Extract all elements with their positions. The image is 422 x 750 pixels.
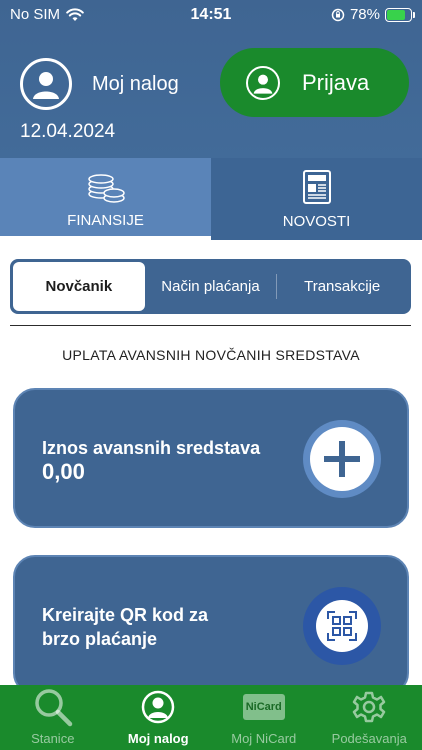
login-button[interactable]: Prijava bbox=[220, 48, 409, 117]
nav-moj-nalog[interactable]: Moj nalog bbox=[106, 685, 212, 750]
newspaper-icon bbox=[302, 169, 331, 204]
section-divider bbox=[10, 325, 411, 326]
plus-icon bbox=[324, 441, 360, 477]
qr-button-inner bbox=[316, 600, 368, 652]
create-qr-button[interactable] bbox=[303, 587, 381, 665]
nav-moj-nalog-icon-wrap bbox=[141, 687, 175, 727]
login-avatar bbox=[246, 65, 280, 100]
nav-moj-nicard-icon-wrap: NiCard bbox=[242, 687, 285, 727]
login-label: Prijava bbox=[302, 69, 370, 95]
status-bar: No SIM 14:51 78% bbox=[0, 0, 422, 30]
tab-novosti-label: NOVOSTI bbox=[282, 212, 351, 230]
deposit-card-text: Iznos avansnih sredstava 0,00 bbox=[42, 436, 260, 484]
deposit-label: Iznos avansnih sredstava bbox=[42, 438, 261, 458]
tab-finansije-label: FINANSIJE bbox=[67, 211, 144, 229]
nav-podesavanja[interactable]: Podešavanja bbox=[317, 685, 422, 750]
nav-moj-nicard-label: Moj NiCard bbox=[231, 731, 297, 746]
orientation-lock-icon bbox=[331, 8, 345, 21]
battery-percent: 78% bbox=[349, 6, 380, 23]
qr-scan-icon bbox=[327, 611, 357, 641]
nav-stanice-label: Stanice bbox=[31, 731, 75, 746]
qr-label-line1: Kreirajte QR kod za bbox=[42, 605, 209, 625]
qr-label-line2: brzo plaćanje bbox=[42, 629, 158, 649]
segment-nacin-placanja[interactable]: Način plaćanja bbox=[145, 262, 277, 311]
coins-icon bbox=[87, 173, 125, 203]
tab-novosti[interactable]: NOVOSTI bbox=[211, 158, 422, 240]
deposit-card: Iznos avansnih sredstava 0,00 bbox=[13, 388, 409, 528]
header: No SIM 14:51 78% Moj nalog 12.04.2024 Pr… bbox=[0, 0, 422, 158]
nav-stanice[interactable]: Stanice bbox=[0, 685, 106, 750]
deposit-amount: 0,00 bbox=[42, 459, 85, 484]
wallet-segmented-control: Novčanik Način plaćanja Transakcije bbox=[10, 259, 411, 314]
tab-finansije[interactable]: FINANSIJE bbox=[0, 158, 211, 240]
nav-stanice-icon-wrap bbox=[33, 687, 73, 727]
qr-card: Kreirajte QR kod za brzo plaćanje bbox=[13, 555, 409, 695]
nav-podesavanja-icon-wrap bbox=[352, 687, 386, 727]
nicard-icon: NiCard bbox=[242, 694, 285, 720]
avatar bbox=[20, 58, 72, 110]
account-info[interactable]: Moj nalog bbox=[20, 58, 179, 110]
user-icon bbox=[33, 72, 59, 99]
user-icon bbox=[142, 690, 175, 724]
add-funds-button[interactable] bbox=[303, 420, 381, 498]
nav-podesavanja-label: Podešavanja bbox=[331, 731, 407, 746]
bottom-nav: Stanice Moj nalog NiCard Moj NiCard Pode… bbox=[0, 685, 422, 750]
section-title: UPLATA AVANSNIH NOVČANIH SREDSTAVA bbox=[62, 347, 360, 363]
qr-card-text: Kreirajte QR kod za brzo plaćanje bbox=[42, 603, 208, 651]
nav-moj-nalog-label: Moj nalog bbox=[127, 731, 189, 746]
gear-icon bbox=[353, 691, 386, 723]
account-label: Moj nalog bbox=[92, 72, 179, 95]
nav-moj-nicard[interactable]: NiCard Moj NiCard bbox=[211, 685, 317, 750]
search-icon bbox=[35, 689, 72, 727]
plus-button-inner bbox=[310, 427, 374, 491]
current-date: 12.04.2024 bbox=[20, 121, 116, 142]
status-right: 78% bbox=[331, 6, 415, 23]
battery-icon bbox=[385, 7, 415, 22]
segment-transakcije[interactable]: Transakcije bbox=[276, 262, 408, 311]
segment-novcanik[interactable]: Novčanik bbox=[13, 262, 145, 311]
user-icon bbox=[253, 74, 273, 94]
main-tabs: FINANSIJE NOVOSTI bbox=[0, 158, 422, 240]
